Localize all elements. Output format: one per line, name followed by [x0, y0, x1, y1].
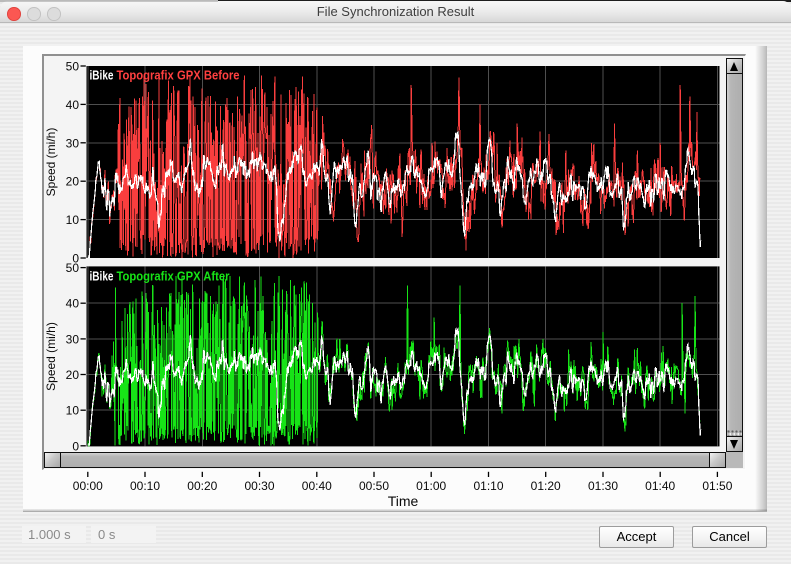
svg-text:20: 20: [66, 368, 80, 382]
svg-text:30: 30: [66, 332, 80, 346]
svg-text:00:20: 00:20: [187, 479, 217, 493]
svg-text:40: 40: [66, 98, 80, 112]
svg-text:Topografix GPX After: Topografix GPX After: [117, 269, 230, 283]
svg-text:30: 30: [66, 136, 80, 150]
svg-text:Speed (mi/h): Speed (mi/h): [44, 322, 58, 391]
svg-text:iBike: iBike: [90, 69, 114, 83]
svg-text:40: 40: [66, 297, 80, 311]
svg-text:01:00: 01:00: [416, 479, 446, 493]
svg-text:00:00: 00:00: [73, 479, 103, 493]
svg-text:Time: Time: [388, 493, 419, 509]
svg-text:0: 0: [72, 439, 79, 453]
svg-text:00:50: 00:50: [359, 479, 389, 493]
svg-text:10: 10: [66, 404, 80, 418]
svg-text:50: 50: [66, 261, 80, 275]
svg-text:01:50: 01:50: [702, 479, 732, 493]
svg-text:Topografix GPX Before: Topografix GPX Before: [117, 69, 240, 83]
svg-text:10: 10: [66, 213, 80, 227]
svg-text:00:30: 00:30: [244, 479, 274, 493]
svg-text:iBike: iBike: [90, 269, 114, 283]
svg-text:01:10: 01:10: [473, 479, 503, 493]
svg-text:00:10: 00:10: [130, 479, 160, 493]
svg-text:00:40: 00:40: [302, 479, 332, 493]
svg-text:01:20: 01:20: [531, 479, 561, 493]
svg-text:50: 50: [66, 60, 80, 74]
svg-text:01:30: 01:30: [588, 479, 618, 493]
svg-text:Speed (mi/h): Speed (mi/h): [44, 128, 58, 197]
svg-text:20: 20: [66, 175, 80, 189]
svg-text:01:40: 01:40: [645, 479, 675, 493]
